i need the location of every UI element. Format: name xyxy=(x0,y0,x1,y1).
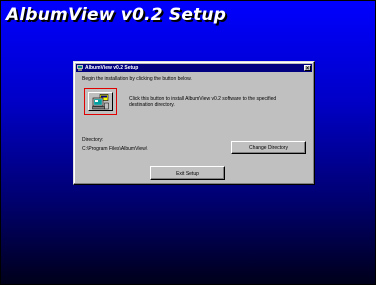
install-button-highlight[interactable] xyxy=(84,88,117,115)
dialog-title: AlbumView v0.2 Setup xyxy=(85,65,139,71)
install-description-line2: destination directory. xyxy=(129,102,175,108)
exit-setup-button[interactable]: Exit Setup xyxy=(150,166,225,180)
install-button[interactable] xyxy=(88,92,113,111)
exit-setup-label: Exit Setup xyxy=(176,171,199,177)
setup-dialog: AlbumView v0.2 Setup × Begin the install… xyxy=(73,61,315,185)
installer-title: AlbumView v0.2 Setup xyxy=(6,5,227,25)
computer-install-icon xyxy=(92,94,109,110)
dialog-titlebar[interactable]: AlbumView v0.2 Setup × xyxy=(76,64,312,72)
setup-app-icon xyxy=(77,65,83,71)
instruction-text: Begin the installation by clicking the b… xyxy=(82,76,192,82)
change-directory-button[interactable]: Change Directory xyxy=(231,141,306,154)
change-directory-label: Change Directory xyxy=(249,145,288,151)
close-icon: × xyxy=(305,66,310,72)
directory-path: C:\Program Files\AlbumView\ xyxy=(82,146,148,152)
directory-label: Directory: xyxy=(82,137,104,143)
close-button[interactable]: × xyxy=(304,65,311,72)
